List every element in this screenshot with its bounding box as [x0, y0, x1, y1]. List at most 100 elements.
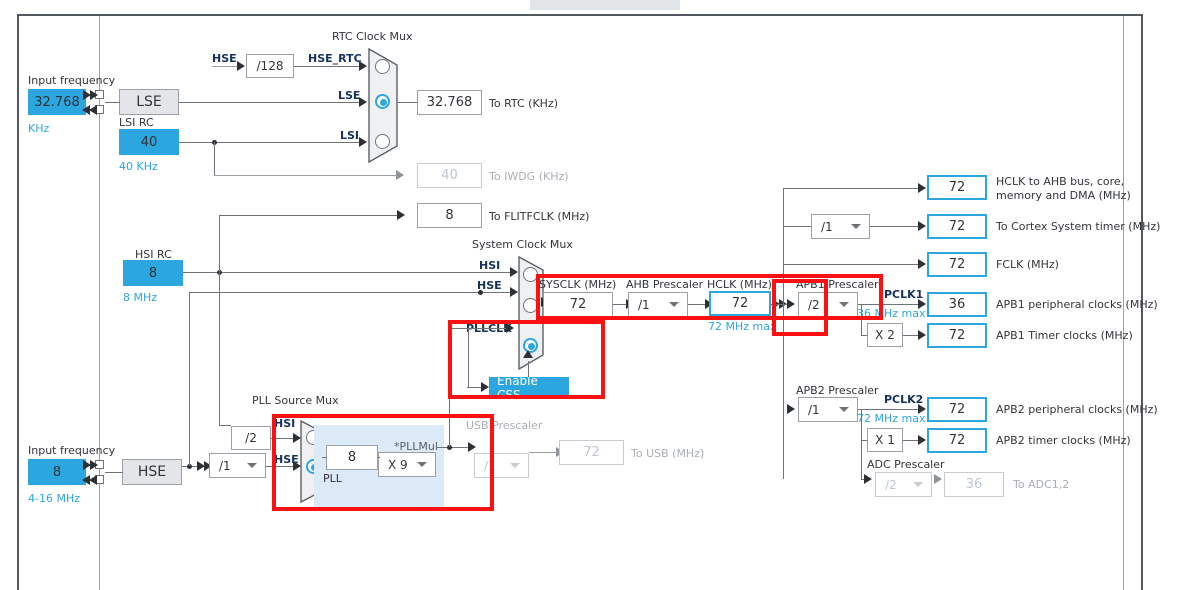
apb1-peripheral-value: 36: [927, 292, 987, 317]
chevron-down-icon: [247, 463, 257, 468]
adc-prescaler-label: ADC Prescaler: [867, 458, 945, 471]
sys-mux-input-1-label: HSE: [477, 279, 502, 292]
system-clock-mux-title: System Clock Mux: [472, 238, 573, 251]
annotation-box-pll: [272, 414, 494, 511]
chevron-down-icon: [839, 407, 849, 412]
rtc-mux-input-0-label: HSE_RTC: [308, 52, 362, 65]
arrow-hsi-to-flitfclk: [397, 210, 405, 220]
cortex-timer-label: To Cortex System timer (MHz): [996, 220, 1161, 233]
hse-pll-prescaler-select[interactable]: /1: [209, 453, 266, 478]
hse-input-frequency-label: Input frequency: [28, 444, 116, 457]
rtc-mux-radio-hse[interactable]: [375, 59, 390, 74]
apb2-max-label: 72 MHz max: [857, 412, 926, 425]
arrow-hse-to-sysmux: [510, 287, 518, 297]
arrow-to-cortex: [918, 221, 926, 231]
lse-input-frequency-field[interactable]: 32.768: [28, 89, 86, 115]
arrow-to-hclk-ahb: [918, 183, 926, 193]
wire-to-hclk-ahb: [783, 188, 923, 189]
hse-pll-prescaler-value: /1: [219, 458, 231, 473]
annotation-box-apb1-prescaler: [772, 279, 828, 336]
rtc-mux-input-2-label: LSI: [340, 129, 360, 142]
fclk-value: 72: [927, 252, 987, 277]
rtc-mux-radio-lsi[interactable]: [375, 134, 390, 149]
to-iwdg-value: 40: [417, 163, 482, 188]
fclk-label: FCLK (MHz): [996, 258, 1059, 271]
apb1-timer-label: APB1 Timer clocks (MHz): [996, 329, 1133, 342]
lse-arrow-out-b: [89, 105, 97, 115]
wire-lsi-down: [214, 142, 215, 175]
apb2-peripheral-label: APB2 peripheral clocks (MHz): [996, 403, 1158, 416]
arrow-apb1-periph: [918, 299, 926, 309]
adc-label: To ADC1,2: [1013, 478, 1070, 491]
hclk-max-label: 72 MHz max: [708, 320, 777, 333]
to-rtc-label: To RTC (KHz): [489, 97, 559, 110]
wire-to-cortex-pre: [783, 226, 812, 227]
apb2-timer-label: APB2 timer clocks (MHz): [996, 434, 1131, 447]
rtc-clock-mux-title: RTC Clock Mux: [332, 30, 413, 43]
annotation-box-pllclk-css: [448, 320, 605, 399]
to-flitfclk-label: To FLITFCLK (MHz): [489, 210, 590, 223]
wire-hse-to-sysmux: [189, 292, 513, 293]
adc-value: 36: [944, 472, 1004, 497]
arrow-apb2-timer: [918, 435, 926, 445]
clock-configuration-screen: Input frequency 32.768 KHz LSE LSI RC 40…: [0, 0, 1185, 590]
arrow-apb2-periph: [918, 404, 926, 414]
rtc-mux-radio-lse[interactable]: [375, 94, 390, 109]
apb1-peripheral-label: APB1 peripheral clocks (MHz): [996, 298, 1158, 311]
hsi-div2-box: /2: [231, 426, 271, 450]
pll-source-mux-title: PLL Source Mux: [252, 394, 339, 407]
hse-input-frequency-field[interactable]: 8: [28, 459, 86, 485]
apb1-timer-multiplier: X 2: [867, 323, 903, 347]
hclk-ahb-label: HCLK to AHB bus, core, memory and DMA (M…: [996, 175, 1131, 202]
wire-lsi-to-rtcmux: [179, 142, 362, 143]
annotation-box-sysclk-hclk: [536, 274, 883, 320]
hse-arrow-in-b: [90, 460, 98, 470]
clock-tree-canvas: Input frequency 32.768 KHz LSE LSI RC 40…: [17, 14, 1160, 590]
cortex-prescaler-select[interactable]: /1: [811, 214, 870, 239]
arrow-to-fclk: [918, 259, 926, 269]
wire-lsi-to-iwdg: [214, 175, 398, 176]
lsi-title: LSI RC: [119, 116, 154, 129]
apb2-prescaler-label: APB2 Prescaler: [796, 384, 879, 397]
to-usb-value: 72: [559, 440, 624, 465]
adc-prescaler-select[interactable]: /2: [875, 472, 932, 497]
chevron-down-icon: [913, 482, 923, 487]
hse-unit-label: 4-16 MHz: [28, 492, 80, 505]
wire-hse-port-to-osc: [105, 472, 123, 473]
toolbar-strip: [530, 0, 680, 10]
wire-apb2-branch-down: [861, 409, 862, 479]
hse-div128-source-label: HSE: [212, 52, 237, 65]
lsi-unit-label: 40 KHz: [119, 160, 158, 173]
arrow-apb1-timer: [918, 330, 926, 340]
to-iwdg-label: To IWDG (KHz): [489, 170, 569, 183]
hse-oscillator-box: HSE: [122, 459, 182, 485]
hse-arrow-out-b: [89, 475, 97, 485]
arrow-to-adc-pre: [864, 474, 872, 484]
wire-div128-to-rtcmux: [294, 66, 362, 67]
wire-apb2-to-periph: [858, 409, 923, 410]
to-flitfclk-value: 8: [417, 203, 482, 228]
adc-prescaler-value: /2: [885, 477, 897, 492]
apb2-prescaler-select[interactable]: /1: [798, 397, 858, 422]
hsi-value-field[interactable]: 8: [123, 260, 183, 286]
arrow-hse-to-div128: [237, 61, 245, 71]
cortex-prescaler-value: /1: [821, 219, 833, 234]
arrow-lsi-to-rtcmux: [359, 137, 367, 147]
rtc-hse-prescaler-box: /128: [246, 54, 294, 78]
lse-input-frequency-label: Input frequency: [28, 74, 116, 87]
sys-mux-input-0-label: HSI: [479, 259, 501, 272]
lsi-value-field[interactable]: 40: [119, 129, 179, 155]
wire-usbpre-to-usb: [529, 452, 559, 453]
lse-arrow-in-b: [90, 90, 98, 100]
arrow-adc-out: [934, 474, 942, 484]
apb2-peripheral-value: 72: [927, 397, 987, 422]
wire-cortex-pre-to-out: [870, 226, 923, 227]
apb2-timer-multiplier: X 1: [867, 428, 903, 452]
wire-hsi-trunk: [183, 272, 513, 273]
wire-hsi-down-to-pll: [219, 272, 220, 425]
wire-hse-trunk-up: [189, 292, 190, 466]
wire-to-fclk: [783, 264, 923, 265]
to-rtc-value: 32.768: [417, 90, 482, 115]
hclk-ahb-value: 72: [927, 175, 987, 200]
wire-hsi-to-div2: [219, 425, 231, 426]
